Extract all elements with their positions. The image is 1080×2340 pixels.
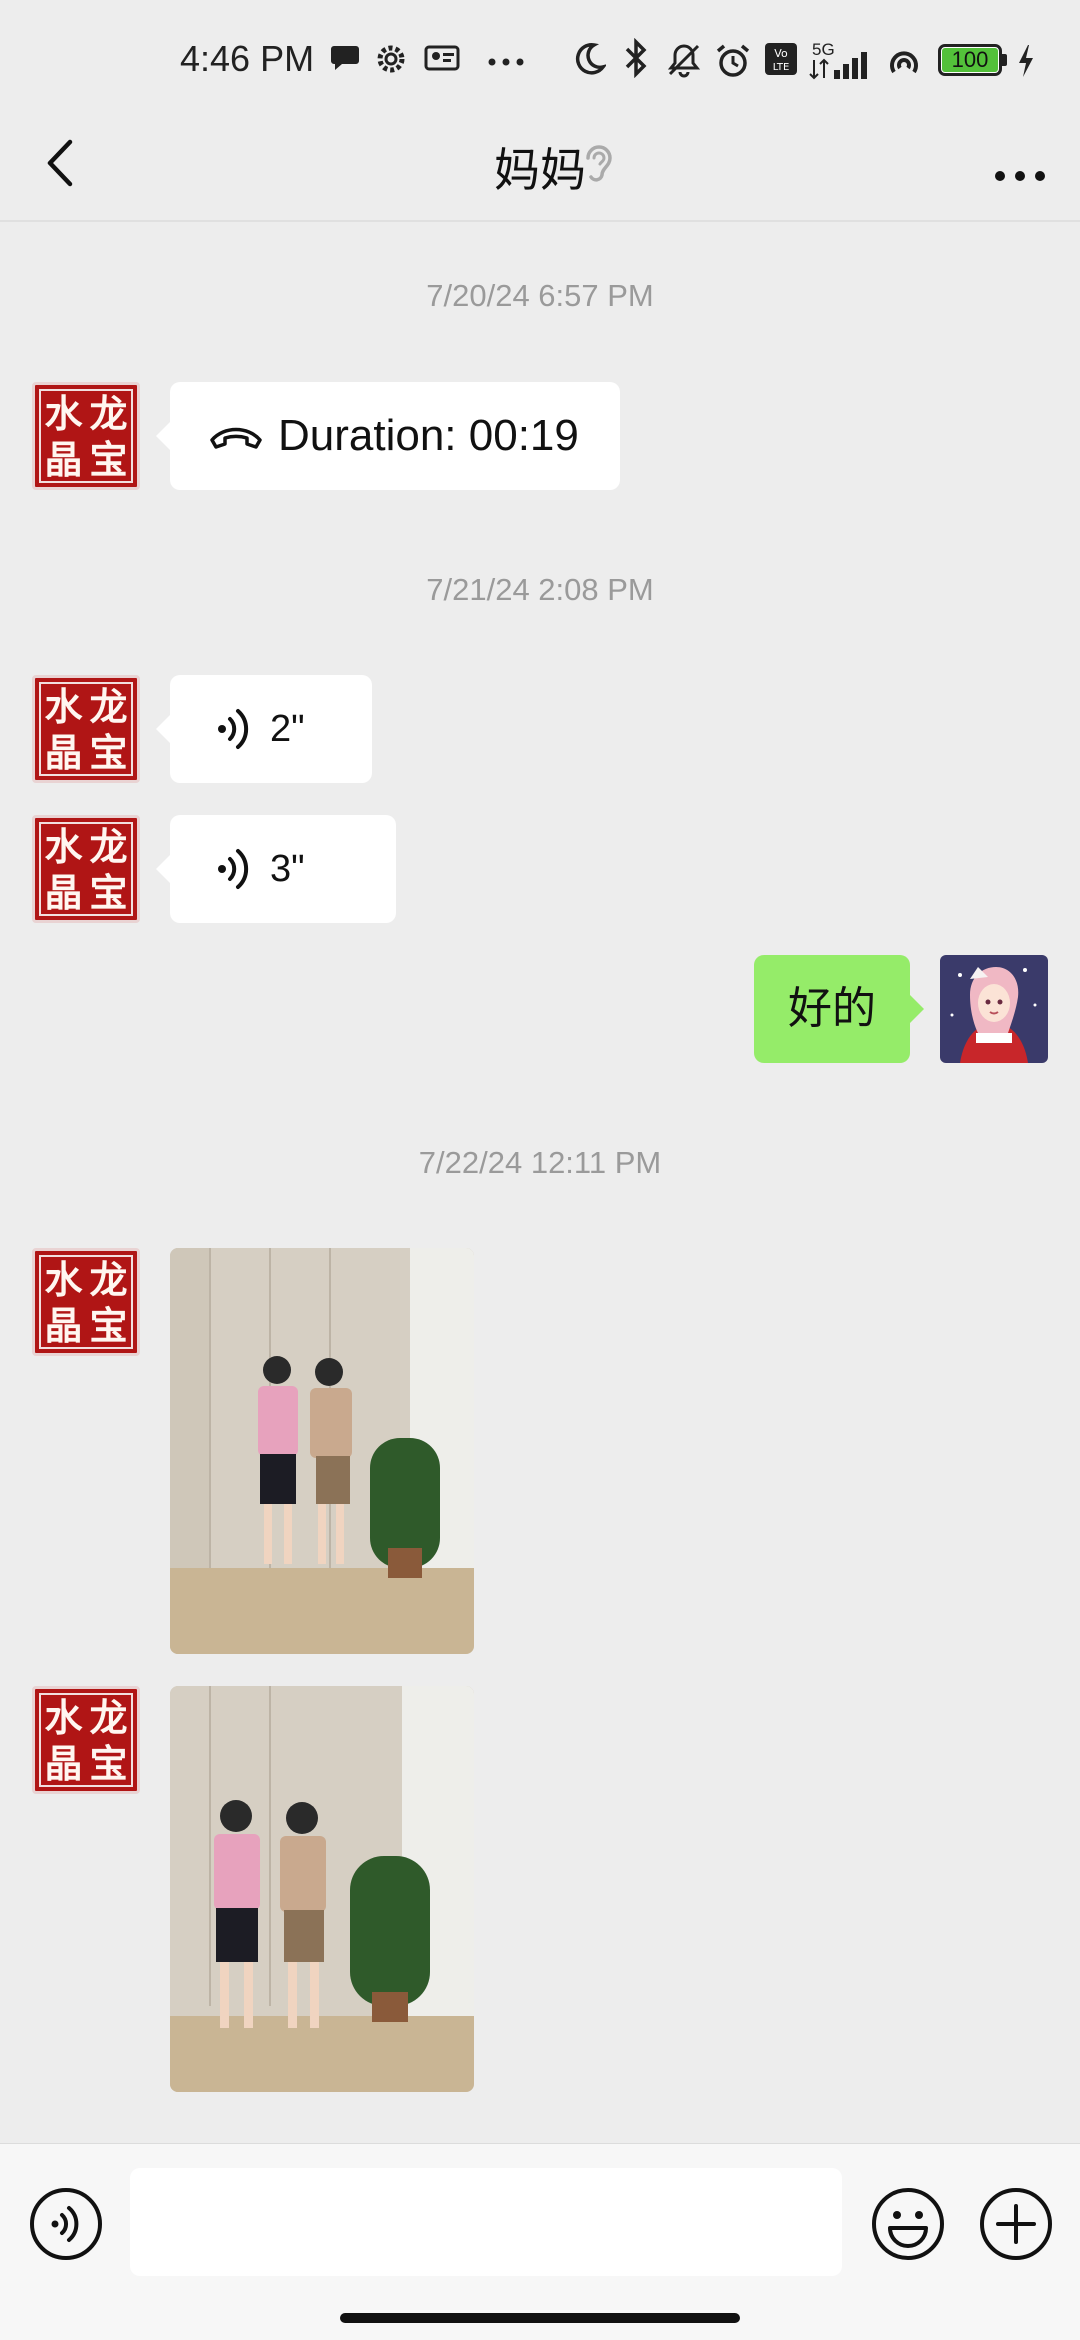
charging-icon <box>1019 45 1033 77</box>
emoji-icon[interactable] <box>870 2186 946 2262</box>
voice-wave-icon <box>218 849 249 889</box>
ear-icon[interactable] <box>578 138 618 188</box>
avatar-char: 龙 <box>89 391 128 436</box>
avatar-char: 水 <box>44 824 83 869</box>
signal-icon <box>809 52 867 80</box>
timestamp: 7/20/24 6:57 PM <box>426 278 654 313</box>
call-record-bubble[interactable]: Duration: 00:19 <box>156 382 620 490</box>
svg-text:Vo: Vo <box>774 47 788 60</box>
chat-header: 妈妈 <box>0 120 1080 220</box>
alarm-icon <box>716 44 750 77</box>
timestamp: 7/21/24 2:08 PM <box>426 572 654 607</box>
contact-avatar[interactable]: 水 龙 晶 宝 <box>32 675 140 783</box>
avatar-char: 晶 <box>44 870 83 915</box>
timestamp: 7/22/24 12:11 PM <box>418 1145 662 1180</box>
voice-mode-icon[interactable] <box>28 2186 104 2262</box>
battery-icon: 100 <box>938 44 1008 76</box>
message-input[interactable] <box>130 2168 842 2276</box>
plus-icon[interactable] <box>978 2186 1054 2262</box>
bell-mute-icon <box>667 44 701 78</box>
more-dots-icon <box>488 58 524 66</box>
avatar-char: 水 <box>44 1695 83 1740</box>
avatar-char: 水 <box>44 391 83 436</box>
voice-duration: 3" <box>270 848 305 890</box>
avatar-char: 宝 <box>89 1741 128 1786</box>
chat-bubble-icon <box>331 46 359 70</box>
hotspot-icon <box>890 51 918 74</box>
voice-wave-icon <box>218 709 249 749</box>
contact-avatar[interactable]: 水 龙 晶 宝 <box>32 1686 140 1794</box>
svg-text:LTE: LTE <box>773 62 790 73</box>
avatar-char: 宝 <box>89 870 128 915</box>
avatar-char: 宝 <box>89 1303 128 1348</box>
photo-message[interactable] <box>170 1248 474 1654</box>
avatar-char: 龙 <box>89 824 128 869</box>
photo-message[interactable] <box>170 1686 474 2092</box>
home-indicator[interactable] <box>340 2313 740 2323</box>
avatar-char: 龙 <box>89 684 128 729</box>
sent-text: 好的 <box>788 984 876 1033</box>
status-bar: 4:46 PM Vo LTE 5G 100 <box>0 0 1080 120</box>
self-avatar[interactable] <box>940 955 1048 1063</box>
bluetooth-icon <box>625 38 647 78</box>
sent-text-bubble[interactable]: 好的 <box>754 955 924 1063</box>
contact-avatar[interactable]: 水 龙 晶 宝 <box>32 382 140 490</box>
avatar-char: 龙 <box>89 1257 128 1302</box>
avatar-char: 宝 <box>89 730 128 775</box>
input-bar <box>0 2143 1080 2340</box>
avatar-char: 晶 <box>44 1741 83 1786</box>
avatar-char: 宝 <box>89 437 128 482</box>
chat-title: 妈妈 <box>494 144 586 196</box>
call-duration-text: Duration: 00:19 <box>278 411 579 460</box>
avatar-char: 水 <box>44 684 83 729</box>
contact-avatar[interactable]: 水 龙 晶 宝 <box>32 1248 140 1356</box>
avatar-char: 水 <box>44 1257 83 1302</box>
status-time: 4:46 PM <box>180 38 315 79</box>
contact-avatar[interactable]: 水 龙 晶 宝 <box>32 815 140 923</box>
avatar-char: 晶 <box>44 437 83 482</box>
voice-duration: 2" <box>270 708 305 750</box>
voice-message-bubble[interactable]: 3" <box>156 815 396 923</box>
header-divider <box>0 220 1080 222</box>
avatar-char: 晶 <box>44 730 83 775</box>
volte-icon: Vo LTE <box>765 43 797 75</box>
avatar-char: 龙 <box>89 1695 128 1740</box>
voice-message-bubble[interactable]: 2" <box>156 675 372 783</box>
moon-icon <box>575 43 606 75</box>
more-button[interactable] <box>990 140 1050 200</box>
gear-icon <box>377 45 405 73</box>
avatar-char: 晶 <box>44 1303 83 1348</box>
id-card-icon <box>424 45 460 71</box>
phone-hangup-icon <box>210 427 262 449</box>
